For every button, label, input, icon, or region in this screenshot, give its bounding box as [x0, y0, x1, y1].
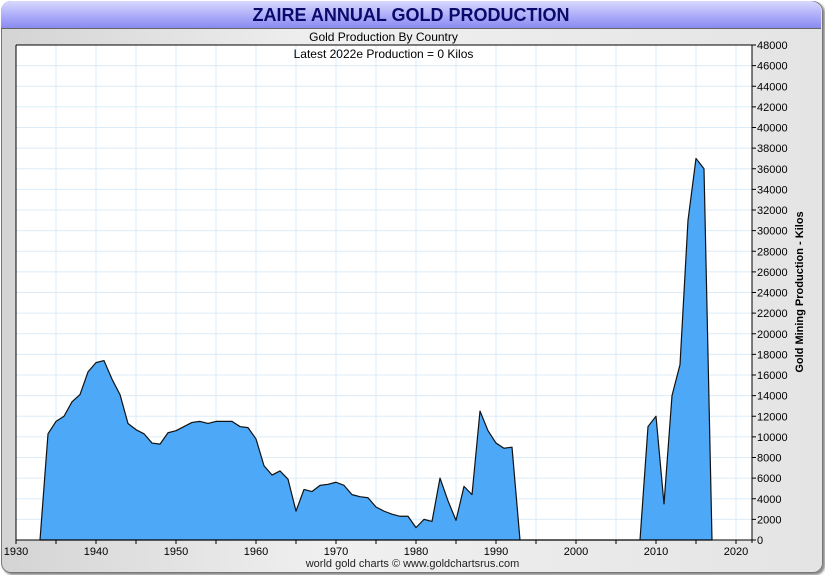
x-tick-label: 1980: [404, 546, 428, 558]
y-tick-label: 42000: [757, 102, 788, 114]
y-tick-label: 46000: [757, 61, 788, 73]
y-tick-label: 10000: [757, 432, 788, 444]
y-tick-label: 34000: [757, 184, 788, 196]
y-tick-label: 14000: [757, 391, 788, 403]
x-tick-label: 1950: [164, 546, 188, 558]
chart-annotation: Latest 2022e Production = 0 Kilos: [293, 47, 474, 61]
y-tick-label: 8000: [757, 453, 781, 465]
title-bar: ZAIRE ANNUAL GOLD PRODUCTION: [1, 1, 821, 29]
y-tick-label: 0: [757, 535, 763, 547]
y-tick-label: 28000: [757, 246, 788, 258]
chart-svg: 1930 1940 1950 1960 1970 1980 1990 2000 2010 2020…: [4, 40, 788, 558]
y-tick-label: 6000: [757, 473, 781, 485]
y-tick-label: 4000: [757, 494, 781, 506]
y-tick-label: 36000: [757, 164, 788, 176]
footer-credit: world gold charts © www.goldchartsrus.co…: [305, 558, 520, 570]
y-tick-label: 26000: [757, 267, 788, 279]
y-tick-label: 40000: [757, 123, 788, 135]
y-tick-label: 38000: [757, 143, 788, 155]
y-tick-label: 20000: [757, 329, 788, 341]
x-tick-label: 2010: [644, 546, 668, 558]
x-tick-label: 1970: [324, 546, 348, 558]
y-tick-label: 22000: [757, 308, 788, 320]
y-axis-label: Gold Mining Production - Kilos: [794, 211, 806, 373]
x-tick-label: 2020: [724, 546, 748, 558]
y-tick-label: 32000: [757, 205, 788, 217]
x-tick-label: 1930: [4, 546, 28, 558]
x-tick-label: 1990: [484, 546, 508, 558]
y-tick-label: 48000: [757, 40, 788, 52]
y-tick-label: 12000: [757, 411, 788, 423]
x-tick-label: 1940: [84, 546, 108, 558]
x-tick-label: 1960: [244, 546, 268, 558]
y-tick-label: 44000: [757, 81, 788, 93]
y-tick-label: 30000: [757, 226, 788, 238]
y-tick-label: 2000: [757, 514, 781, 526]
chart-subtitle: Gold Production By Country: [309, 30, 458, 44]
x-tick-label: 2000: [564, 546, 588, 558]
y-tick-label: 24000: [757, 288, 788, 300]
chart-title: ZAIRE ANNUAL GOLD PRODUCTION: [252, 5, 570, 25]
y-tick-label: 16000: [757, 370, 788, 382]
y-tick-label: 18000: [757, 349, 788, 361]
